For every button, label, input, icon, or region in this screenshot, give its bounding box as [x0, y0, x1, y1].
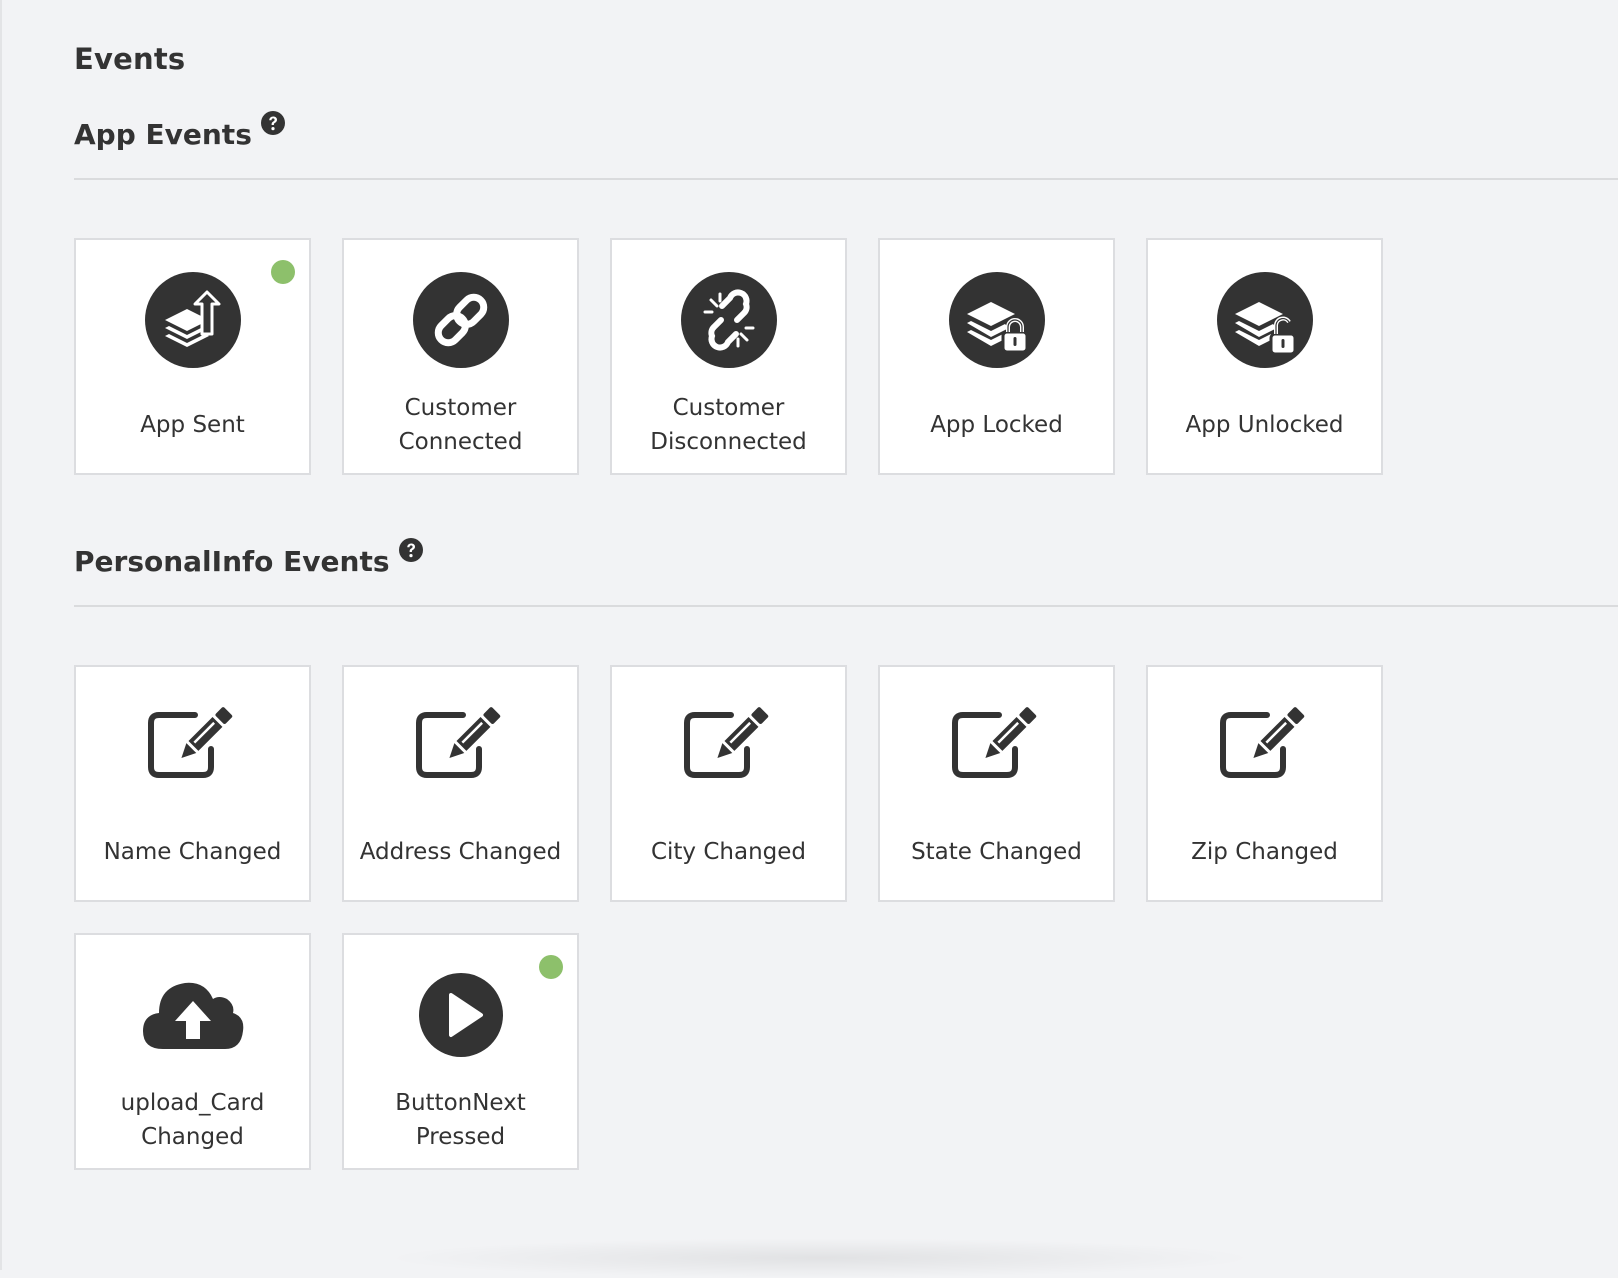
layers-unlock-icon	[1216, 272, 1313, 368]
tile-label: upload_Card Changed	[82, 1085, 303, 1155]
icon-wrap	[344, 967, 577, 1063]
event-tile-buttonnext-pressed[interactable]: ButtonNext Pressed	[342, 933, 579, 1170]
tile-label: ButtonNext Pressed	[350, 1085, 571, 1155]
tile-label: Customer Connected	[350, 390, 571, 460]
icon-wrap	[76, 272, 309, 368]
tile-label: App Unlocked	[1154, 390, 1375, 460]
icon-wrap	[880, 699, 1113, 795]
tile-label: Name Changed	[82, 817, 303, 887]
left-border	[0, 0, 2, 1270]
tile-label-text: City Changed	[650, 839, 807, 865]
app-events-section: App Events App Sent Customer Connected C…	[74, 111, 1618, 475]
edit-icon	[147, 707, 232, 778]
play-circle-icon	[418, 973, 503, 1057]
tile-label: App Sent	[82, 390, 303, 460]
section-header: App Events	[74, 111, 1618, 180]
question-circle-icon[interactable]	[398, 537, 424, 563]
tile-label: Customer Disconnected	[618, 390, 839, 460]
event-tile-customer-disconnected[interactable]: Customer Disconnected	[610, 238, 847, 475]
section-title: App Events	[74, 111, 286, 151]
event-tile-name-changed[interactable]: Name Changed	[74, 665, 311, 902]
event-tile-address-changed[interactable]: Address Changed	[342, 665, 579, 902]
event-tile-city-changed[interactable]: City Changed	[610, 665, 847, 902]
event-tile-zip-changed[interactable]: Zip Changed	[1146, 665, 1383, 902]
tile-label: App Locked	[886, 390, 1107, 460]
tile-label-text: App Unlocked	[1185, 412, 1344, 438]
icon-wrap	[880, 272, 1113, 368]
tile-label-text: App Locked	[930, 412, 1063, 438]
event-tile-state-changed[interactable]: State Changed	[878, 665, 1115, 902]
layers-lock-icon	[948, 272, 1045, 368]
icon-wrap	[76, 699, 309, 795]
icon-wrap	[344, 699, 577, 795]
edit-icon	[415, 707, 500, 778]
section-title-text: PersonalInfo Events	[74, 545, 390, 578]
personalinfo-events-section: PersonalInfo Events Name Changed Address…	[74, 538, 1618, 1170]
icon-wrap	[612, 699, 845, 795]
tile-label: State Changed	[886, 817, 1107, 887]
tile-label-text: Customer Disconnected	[650, 395, 807, 455]
tile-label-text: ButtonNext Pressed	[395, 1090, 526, 1150]
tile-label: City Changed	[618, 817, 839, 887]
bottom-shadow	[380, 1238, 1260, 1278]
event-tile-app-sent[interactable]: App Sent	[74, 238, 311, 475]
tile-label-text: State Changed	[911, 839, 1082, 865]
tile-label-text: Name Changed	[103, 839, 282, 865]
tile-label-text: upload_Card Changed	[120, 1090, 265, 1150]
event-tile-app-locked[interactable]: App Locked	[878, 238, 1115, 475]
icon-wrap	[344, 272, 577, 368]
page-title: Events	[74, 42, 186, 76]
icon-wrap	[1148, 272, 1381, 368]
question-circle-icon[interactable]	[260, 110, 286, 136]
unlink-icon	[680, 272, 777, 368]
edit-icon	[683, 707, 768, 778]
section-title-text: App Events	[74, 118, 252, 151]
cloud-upload-icon	[142, 982, 243, 1049]
event-tile-app-unlocked[interactable]: App Unlocked	[1146, 238, 1383, 475]
edit-icon	[951, 707, 1036, 778]
section-header: PersonalInfo Events	[74, 538, 1618, 607]
tile-label-text: Zip Changed	[1191, 839, 1338, 865]
tile-label: Address Changed	[350, 817, 571, 887]
tile-label-text: Address Changed	[359, 839, 562, 865]
link-icon	[412, 272, 509, 368]
section-title: PersonalInfo Events	[74, 538, 424, 578]
tile-label-text: App Sent	[140, 412, 245, 438]
edit-icon	[1219, 707, 1304, 778]
icon-wrap	[612, 272, 845, 368]
event-tile-upload-card-changed[interactable]: upload_Card Changed	[74, 933, 311, 1170]
layers-upload-icon	[144, 272, 241, 368]
tile-label-text: Customer Connected	[398, 395, 523, 455]
event-tile-customer-connected[interactable]: Customer Connected	[342, 238, 579, 475]
icon-wrap	[1148, 699, 1381, 795]
tile-label: Zip Changed	[1154, 817, 1375, 887]
icon-wrap	[76, 967, 309, 1063]
